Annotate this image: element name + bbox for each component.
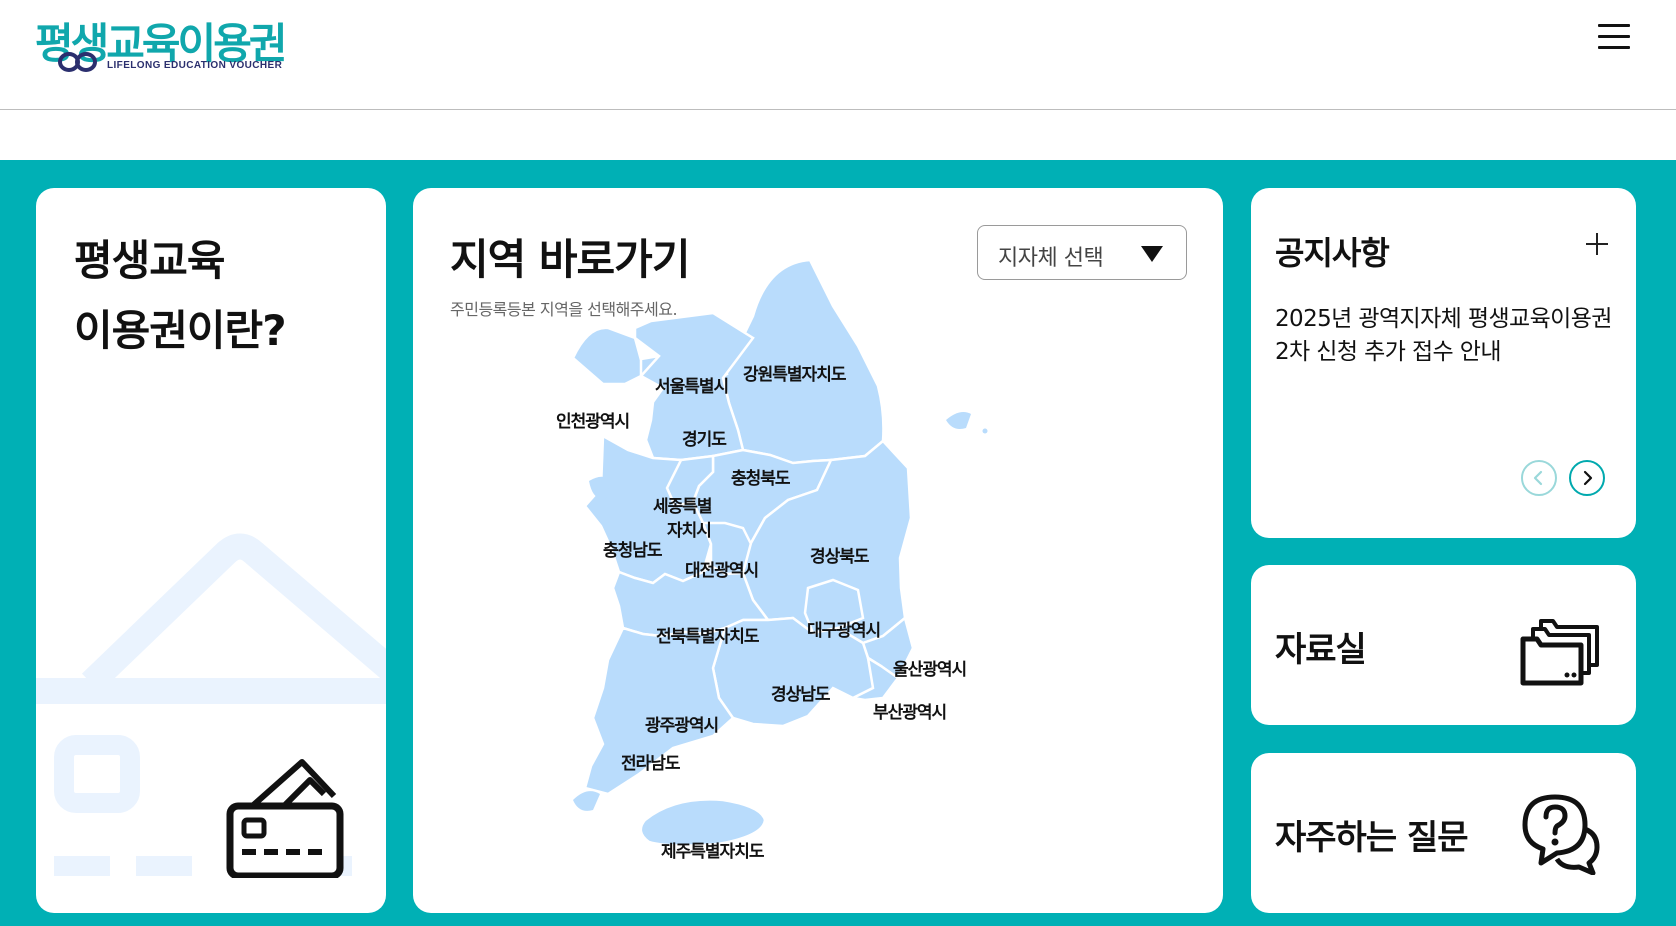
notice-title: 공지사항 [1275, 234, 1390, 272]
map-label-daejeon[interactable]: 대전광역시 [685, 561, 759, 581]
map-label-gyeongnam[interactable]: 경상남도 [771, 685, 832, 705]
map-label-gangwon[interactable]: 강원특별자치도 [743, 365, 848, 385]
folders-icon [1520, 619, 1599, 686]
chevron-right-icon [1583, 470, 1593, 486]
select-placeholder: 지자체 선택 [998, 246, 1104, 271]
plus-icon[interactable] [1581, 228, 1613, 260]
map-subtitle: 주민등록등본 지역을 선택해주세요. [450, 300, 678, 319]
question-bubble-icon [1522, 794, 1600, 875]
map-label-chungnam[interactable]: 충청남도 [603, 540, 664, 561]
hamburger-icon [1598, 24, 1630, 27]
about-voucher-card[interactable]: 평생교육 이용권이란? [36, 188, 386, 913]
map-label-daegu[interactable]: 대구광역시 [807, 621, 881, 641]
notice-prev-button[interactable] [1521, 460, 1557, 496]
map-island-south [573, 791, 600, 811]
map-island-ulleung [946, 412, 971, 429]
notice-next-button[interactable] [1569, 460, 1605, 496]
map-label-jeju[interactable]: 제주특별자치도 [661, 842, 766, 862]
notice-card: 공지사항 2025년 광역지자체 평생교육이용권 2차 신청 추가 접수 안내 [1251, 188, 1636, 538]
map-label-sejong-line2[interactable]: 자치시 [667, 521, 712, 541]
infinity-logo-icon [58, 52, 97, 72]
faq-title: 자주하는 질문 [1275, 818, 1469, 858]
map-label-incheon[interactable]: 인천광역시 [556, 412, 630, 432]
hamburger-icon [1598, 46, 1630, 49]
archive-card[interactable]: 자료실 [1251, 565, 1636, 725]
site-header: 평생교육이용권 LIFELONG EDUCATION VOUCHER [0, 0, 1676, 110]
site-logo[interactable]: 평생교육이용권 LIFELONG EDUCATION VOUCHER [33, 8, 293, 78]
map-label-sejong-line1[interactable]: 세종특별 [653, 497, 713, 517]
about-title-line2: 이용권이란? [74, 306, 287, 355]
triangle-down-icon [1141, 246, 1163, 262]
map-label-busan[interactable]: 부산광역시 [873, 703, 947, 723]
map-region-jeju[interactable] [639, 798, 767, 847]
map-label-ulsan[interactable]: 울산광역시 [893, 660, 967, 680]
map-region-gangwon[interactable] [721, 258, 885, 465]
hamburger-icon [1598, 35, 1630, 38]
map-label-jeonbuk[interactable]: 전북특별자치도 [656, 627, 761, 647]
chevron-left-icon [1533, 470, 1543, 486]
map-label-chungbuk[interactable]: 충청북도 [731, 468, 792, 489]
map-label-gyeongbuk[interactable]: 경상북도 [810, 547, 871, 567]
map-label-gyeonggi[interactable]: 경기도 [682, 430, 728, 450]
region-shortcut-card: 서울특별시 강원특별자치도 인천광역시 경기도 충청북도 세종특별 자치시 충청… [413, 188, 1223, 913]
about-title-line1: 평생교육 [74, 236, 226, 285]
map-label-jeonnam[interactable]: 전라남도 [621, 754, 682, 774]
map-label-gwangju[interactable]: 광주광역시 [645, 716, 719, 736]
map-region-incheon[interactable] [571, 326, 643, 386]
credit-card-icon [226, 759, 344, 878]
map-title: 지역 바로가기 [450, 235, 690, 284]
map-island-dokdo [982, 428, 988, 434]
faq-card[interactable]: 자주하는 질문 [1251, 753, 1636, 913]
municipality-select[interactable]: 지자체 선택 [977, 225, 1187, 280]
logo-subtitle: LIFELONG EDUCATION VOUCHER [107, 60, 283, 71]
notice-item[interactable]: 2025년 광역지자체 평생교육이용권 2차 신청 추가 접수 안내 [1275, 303, 1615, 369]
hamburger-menu-button[interactable] [1596, 20, 1632, 54]
archive-title: 자료실 [1275, 630, 1367, 670]
map-label-seoul[interactable]: 서울특별시 [655, 377, 729, 397]
about-title: 평생교육 이용권이란? [74, 226, 287, 366]
